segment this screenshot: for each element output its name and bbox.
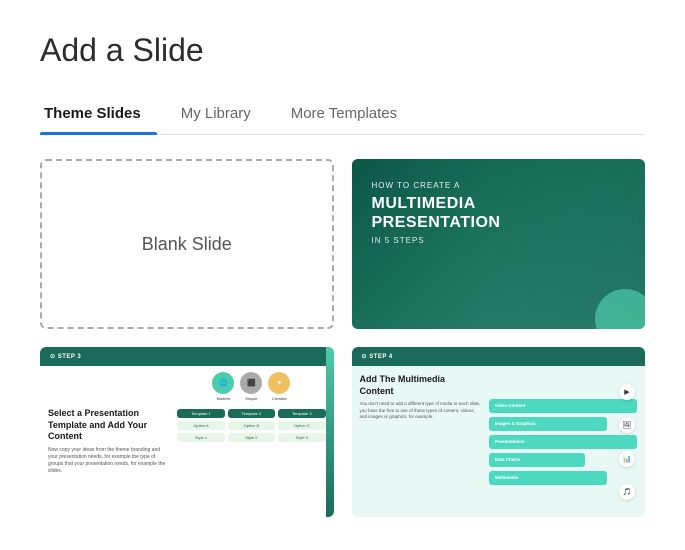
slide-step4[interactable]: ⊙ STEP 4 Add The Multimedia Content You … <box>352 347 646 517</box>
cyan-bar-2: Images & Graphics <box>489 417 608 431</box>
list-pill: Style 3 <box>278 433 325 442</box>
multimedia-title2: PRESENTATION <box>372 213 626 232</box>
step4-title: Add The Multimedia Content <box>360 374 481 397</box>
slide-multimedia[interactable]: HOW TO CREATE A MULTIMEDIA PRESENTATION … <box>352 159 646 329</box>
list-pill: Style 1 <box>177 433 224 442</box>
cyan-bar-4: Data Charts <box>489 453 585 467</box>
step3-title: Select a Presentation Template and Add Y… <box>48 408 169 443</box>
step3-left: Select a Presentation Template and Add Y… <box>48 372 169 511</box>
step3-body-text: Now copy your ideas from the theme brand… <box>48 447 169 475</box>
step4-body-text: You don't need to add a different type o… <box>360 401 481 420</box>
list-pill: Template 2 <box>228 409 275 418</box>
step4-header: ⊙ STEP 4 <box>352 347 646 366</box>
list-row-1: Template 1 Template 2 Template 3 <box>177 409 325 418</box>
side-icon-3: 📊 <box>619 451 635 467</box>
icon-modern: 🌐 Modern <box>212 372 234 401</box>
list-row-2: Option A Option B Option C <box>177 421 325 430</box>
slide-blank[interactable]: Blank Slide <box>40 159 334 329</box>
cyan-bar-1: Video Content <box>489 399 637 413</box>
step3-icon-row: 🌐 Modern ⬛ Simple ✦ Creative <box>177 372 325 401</box>
cyan-bar-5: Multimedia <box>489 471 608 485</box>
step3-list: Template 1 Template 2 Template 3 Option … <box>177 409 325 442</box>
step4-side-icons: ▶ 🖼 📊 🎵 <box>619 377 635 507</box>
tabs-bar: Theme Slides My Library More Templates <box>40 97 645 135</box>
icon-creative: ✦ Creative <box>268 372 290 401</box>
tab-my-library[interactable]: My Library <box>177 97 267 134</box>
slide-multimedia-content: HOW TO CREATE A MULTIMEDIA PRESENTATION … <box>352 159 646 267</box>
slide-step3[interactable]: ⊙ STEP 3 Select a Presentation Template … <box>40 347 334 517</box>
list-pill: Option B <box>228 421 275 430</box>
list-pill: Option C <box>278 421 325 430</box>
multimedia-title1: MULTIMEDIA <box>372 194 626 213</box>
step3-header: ⊙ STEP 3 <box>40 347 334 366</box>
step4-body: Add The Multimedia Content You don't nee… <box>352 366 646 517</box>
list-pill: Style 2 <box>228 433 275 442</box>
tab-more-templates[interactable]: More Templates <box>287 97 413 134</box>
list-pill: Option A <box>177 421 224 430</box>
slides-grid: Blank Slide HOW TO CREATE A MULTIMEDIA P… <box>40 159 645 517</box>
blank-slide-label: Blank Slide <box>142 234 232 255</box>
side-icon-2: 🖼 <box>619 417 635 433</box>
side-icon-4: 🎵 <box>619 484 635 500</box>
step4-right: Video Content Images & Graphics Presenta… <box>489 372 637 511</box>
main-container: Add a Slide Theme Slides My Library More… <box>0 0 685 537</box>
list-pill: Template 3 <box>278 409 325 418</box>
multimedia-subtitle: HOW TO CREATE A <box>372 181 626 190</box>
list-row-3: Style 1 Style 2 Style 3 <box>177 433 325 442</box>
side-icon-1: ▶ <box>619 384 635 400</box>
page-title: Add a Slide <box>40 32 645 69</box>
list-pill: Template 1 <box>177 409 224 418</box>
multimedia-title3: IN 5 STEPS <box>372 236 626 245</box>
icon-simple: ⬛ Simple <box>240 372 262 401</box>
step3-body: Select a Presentation Template and Add Y… <box>40 366 334 517</box>
step3-accent-bar <box>326 347 334 517</box>
tab-theme-slides[interactable]: Theme Slides <box>40 97 157 134</box>
step3-right: 🌐 Modern ⬛ Simple ✦ Creative <box>177 372 325 511</box>
step4-left: Add The Multimedia Content You don't nee… <box>360 372 481 511</box>
cyan-bar-3: Presentations <box>489 435 637 449</box>
